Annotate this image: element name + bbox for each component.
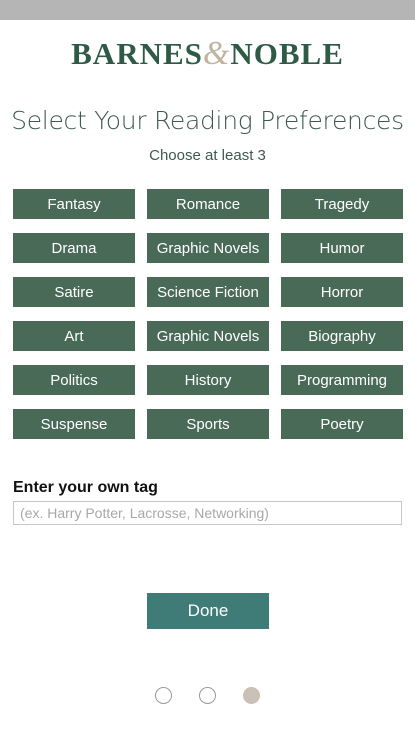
barnes-noble-logo: BARNES&NOBLE bbox=[0, 36, 415, 72]
page-dot-2[interactable] bbox=[199, 687, 216, 704]
logo-text-left: BARNES bbox=[71, 36, 203, 71]
own-tag-input[interactable] bbox=[13, 501, 402, 525]
tag-button-fantasy[interactable]: Fantasy bbox=[13, 189, 135, 219]
logo-text-right: NOBLE bbox=[230, 36, 344, 71]
tag-button-graphic-novels[interactable]: Graphic Novels bbox=[147, 233, 269, 263]
done-button[interactable]: Done bbox=[147, 593, 269, 629]
tag-button-politics[interactable]: Politics bbox=[13, 365, 135, 395]
page-title: Select Your Reading Preferences bbox=[11, 106, 404, 135]
tag-button-art[interactable]: Art bbox=[13, 321, 135, 351]
tag-button-biography[interactable]: Biography bbox=[281, 321, 403, 351]
subtitle: Choose at least 3 bbox=[149, 147, 266, 164]
tag-button-tragedy[interactable]: Tragedy bbox=[281, 189, 403, 219]
tags-grid: Fantasy Romance Tragedy Drama Graphic No… bbox=[13, 189, 403, 439]
tag-button-suspense[interactable]: Suspense bbox=[13, 409, 135, 439]
page-dot-3-active[interactable] bbox=[243, 687, 260, 704]
status-bar bbox=[0, 0, 415, 20]
tag-button-satire[interactable]: Satire bbox=[13, 277, 135, 307]
tag-button-romance[interactable]: Romance bbox=[147, 189, 269, 219]
tag-button-sports[interactable]: Sports bbox=[147, 409, 269, 439]
tag-button-history[interactable]: History bbox=[147, 365, 269, 395]
logo-ampersand: & bbox=[202, 35, 231, 72]
tag-button-graphic-novels-2[interactable]: Graphic Novels bbox=[147, 321, 269, 351]
tag-button-humor[interactable]: Humor bbox=[281, 233, 403, 263]
page-indicator bbox=[155, 687, 261, 705]
tag-button-science-fiction[interactable]: Science Fiction bbox=[147, 277, 269, 307]
tag-button-drama[interactable]: Drama bbox=[13, 233, 135, 263]
tag-button-programming[interactable]: Programming bbox=[281, 365, 403, 395]
page-dot-1[interactable] bbox=[155, 687, 172, 704]
own-tag-label: Enter your own tag bbox=[13, 479, 158, 496]
tag-button-poetry[interactable]: Poetry bbox=[281, 409, 403, 439]
tag-button-horror[interactable]: Horror bbox=[281, 277, 403, 307]
